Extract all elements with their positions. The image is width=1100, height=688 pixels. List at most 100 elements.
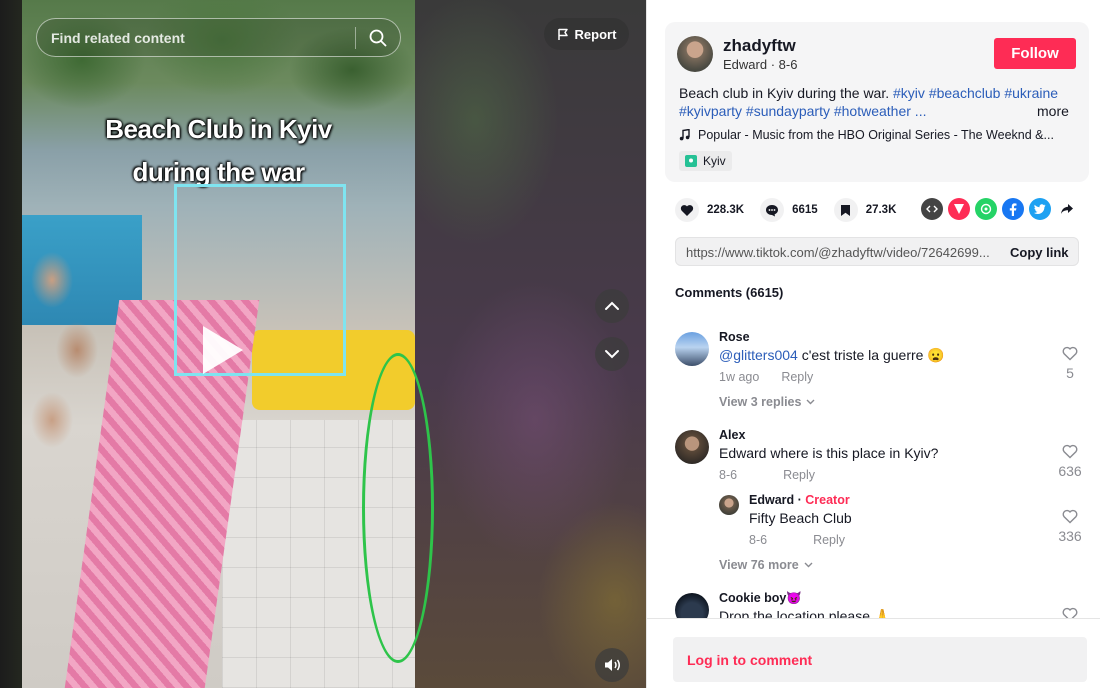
comment-like[interactable]: 336	[1055, 509, 1085, 544]
author-card: zhadyftw Edward · 8-6 Follow Beach club …	[665, 22, 1089, 182]
comment-meta: 8-6 Reply	[719, 468, 815, 482]
comment-text: Edward where is this place in Kyiv?	[719, 445, 939, 461]
location-pin-icon	[685, 155, 697, 167]
login-to-comment-button[interactable]: Log in to comment	[673, 637, 1087, 682]
comments-list[interactable]: Rose @glitters004 c'est triste la guerre…	[647, 318, 1100, 618]
comment-text: Drop the location please 🙏	[719, 608, 892, 618]
author-username[interactable]: zhadyftw	[723, 36, 796, 56]
avatar[interactable]	[719, 495, 739, 515]
chevron-down-icon	[806, 399, 815, 405]
video-caption-line1: Beach Club in Kyiv	[105, 114, 332, 144]
heart-outline-icon	[1062, 607, 1078, 618]
like-count: 228.3K	[707, 204, 745, 216]
view-more-label: View 76 more	[719, 558, 799, 572]
comment-author[interactable]: Rose	[719, 330, 750, 344]
heart-outline-icon	[1062, 444, 1078, 459]
hashtag-beachclub[interactable]: #beachclub	[929, 85, 1001, 101]
comment-count: 6615	[792, 204, 818, 216]
view-replies-button[interactable]: View 3 replies	[719, 395, 815, 409]
comment-meta: 1w ago Reply	[719, 370, 813, 384]
heart-outline-icon	[1062, 509, 1078, 524]
comment-like[interactable]	[1055, 607, 1085, 618]
save-stat[interactable]: 27.3K	[833, 198, 897, 222]
share-row	[921, 198, 1078, 220]
chevron-up-icon	[605, 301, 619, 310]
highlight-ellipse	[362, 353, 434, 663]
next-video-button[interactable]	[595, 337, 629, 371]
copy-link-button[interactable]: Copy link	[1010, 245, 1069, 260]
comment-like-count: 5	[1066, 365, 1074, 381]
video-scene-crowd	[22, 240, 112, 470]
comments-header: Comments (6615)	[675, 285, 784, 300]
comment-author[interactable]: Edward · Creator	[749, 493, 850, 507]
comment-stat[interactable]: 6615	[760, 198, 818, 222]
creator-badge: Creator	[805, 493, 850, 507]
follow-button[interactable]: Follow	[994, 38, 1076, 69]
comment-like-count: 636	[1058, 463, 1082, 479]
whatsapp-icon[interactable]	[975, 198, 997, 220]
comment-body: c'est triste la guerre 😦	[797, 347, 945, 363]
view-replies-label: View 3 replies	[719, 395, 802, 409]
reply-button[interactable]: Reply	[813, 533, 845, 547]
comment-text: @glitters004 c'est triste la guerre 😦	[719, 347, 945, 364]
author-display-name: Edward	[723, 57, 768, 72]
report-button[interactable]: Report	[544, 18, 629, 50]
comment-like[interactable]: 5	[1055, 346, 1085, 381]
facebook-icon[interactable]	[1002, 198, 1024, 220]
reply-button[interactable]: Reply	[781, 370, 813, 384]
video-link-url[interactable]: https://www.tiktok.com/@zhadyftw/video/7…	[686, 245, 990, 260]
comment-mention[interactable]: @glitters004	[719, 347, 798, 363]
video-caption: Beach Club in Kyiv during the war	[22, 108, 415, 194]
view-more-replies-button[interactable]: View 76 more	[719, 558, 813, 572]
comment-time: 1w ago	[719, 370, 760, 384]
volume-button[interactable]	[595, 648, 629, 682]
like-stat[interactable]: 228.3K	[675, 198, 744, 222]
hashtag-ukraine[interactable]: #ukraine	[1004, 85, 1058, 101]
flag-icon	[557, 28, 568, 40]
search-bar[interactable]	[36, 18, 401, 57]
avatar[interactable]	[675, 593, 709, 618]
author-avatar[interactable]	[677, 36, 713, 72]
comment-author[interactable]: Cookie boy😈	[719, 591, 802, 606]
hashtag-kyiv[interactable]: #kyiv	[893, 85, 925, 101]
post-date: 8-6	[778, 57, 798, 72]
save-count: 27.3K	[865, 204, 897, 216]
description-text: Beach club in Kyiv during the war.	[679, 85, 890, 101]
chevron-down-icon	[804, 562, 813, 568]
location-tag[interactable]: Kyiv	[679, 151, 732, 171]
more-link[interactable]: more	[1037, 103, 1069, 119]
comment-meta: 8-6 Reply	[749, 533, 845, 547]
comment-like[interactable]: 636	[1055, 444, 1085, 479]
comment-icon	[760, 198, 785, 222]
prev-video-button[interactable]	[595, 289, 629, 323]
reply-author-name: Edward	[749, 493, 795, 507]
heart-icon	[675, 198, 699, 222]
music-title: Popular - Music from the HBO Original Se…	[698, 128, 1054, 142]
author-subline: Edward · 8-6	[723, 57, 798, 72]
embed-icon[interactable]	[921, 198, 943, 220]
music-note-icon	[679, 129, 690, 141]
reply-button[interactable]: Reply	[783, 468, 815, 482]
play-icon[interactable]	[199, 324, 247, 376]
search-input[interactable]	[37, 19, 355, 56]
hashtags-line2[interactable]: #kyivparty #sundayparty #hotweather ...	[679, 103, 926, 119]
avatar[interactable]	[675, 332, 709, 366]
volume-icon	[605, 659, 620, 671]
location-label: Kyiv	[703, 154, 726, 168]
twitter-icon[interactable]	[1029, 198, 1051, 220]
comment-footer: Log in to comment	[647, 618, 1100, 688]
music-row[interactable]: Popular - Music from the HBO Original Se…	[679, 128, 1054, 142]
heart-outline-icon	[1062, 346, 1078, 361]
video-stage: Beach Club in Kyiv during the war Report	[0, 0, 646, 688]
comment-author[interactable]: Alex	[719, 428, 745, 442]
share-arrow-icon[interactable]	[1056, 198, 1078, 220]
comment-text: Fifty Beach Club	[749, 510, 852, 526]
comment-like-count: 336	[1058, 528, 1082, 544]
bookmark-icon	[833, 198, 858, 222]
search-icon[interactable]	[356, 19, 400, 56]
video-link-box: https://www.tiktok.com/@zhadyftw/video/7…	[675, 237, 1079, 266]
send-icon[interactable]	[948, 198, 970, 220]
login-to-comment-label: Log in to comment	[687, 652, 813, 668]
avatar[interactable]	[675, 430, 709, 464]
chevron-down-icon	[605, 350, 619, 359]
